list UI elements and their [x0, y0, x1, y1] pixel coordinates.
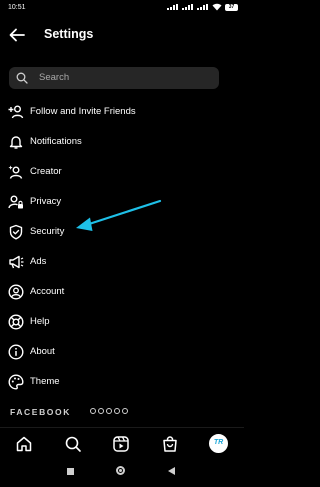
- menu-item-label: Account: [30, 286, 65, 297]
- menu-item-label: About: [30, 346, 55, 357]
- add-person-icon: [8, 105, 24, 119]
- messenger-icon: [90, 408, 96, 414]
- menu-item-account[interactable]: Account: [0, 278, 244, 306]
- menu-item-label: Notifications: [30, 136, 82, 147]
- whatsapp-icon: [114, 408, 120, 414]
- meta-icon: [98, 408, 104, 414]
- home-button[interactable]: [116, 466, 125, 475]
- info-icon: [8, 344, 24, 360]
- shop-icon[interactable]: [161, 435, 179, 453]
- menu-item-help[interactable]: Help: [0, 308, 244, 336]
- battery-icon: 37: [225, 3, 238, 11]
- menu-item-security[interactable]: Security: [0, 218, 244, 246]
- menu-item-label: Ads: [30, 256, 47, 267]
- account-circle-icon: [8, 284, 24, 300]
- shield-check-icon: [9, 224, 23, 240]
- menu-item-label: Creator: [30, 166, 62, 177]
- signal-icon: [182, 4, 194, 10]
- megaphone-icon: [9, 255, 24, 269]
- menu-item-creator[interactable]: Creator: [0, 158, 244, 186]
- bell-icon: [9, 136, 23, 149]
- signal-icon: [197, 4, 209, 10]
- menu-item-notifications[interactable]: Notifications: [0, 128, 244, 156]
- status-icons: 37: [167, 3, 238, 11]
- lifebuoy-icon: [8, 314, 24, 330]
- status-bar: 10:51 37: [0, 0, 244, 16]
- home-icon[interactable]: [15, 435, 33, 453]
- menu-item-label: Help: [30, 316, 50, 327]
- bottom-navigation: TR: [0, 427, 244, 460]
- menu-item-label: Security: [30, 226, 65, 237]
- profile-avatar[interactable]: TR: [209, 434, 228, 453]
- palette-icon: [8, 374, 24, 390]
- search-icon: [16, 72, 28, 84]
- back-arrow-icon[interactable]: [8, 26, 26, 44]
- menu-item-theme[interactable]: Theme: [0, 368, 244, 396]
- status-time: 10:51: [8, 4, 26, 11]
- recents-button[interactable]: [67, 468, 74, 475]
- page-title: Settings: [44, 27, 94, 41]
- instagram-icon: [106, 408, 112, 414]
- portal-icon: [122, 408, 128, 414]
- menu-item-label: Privacy: [30, 196, 62, 207]
- search-input[interactable]: Search: [9, 67, 219, 89]
- menu-item-ads[interactable]: Ads: [0, 248, 244, 276]
- menu-item-about[interactable]: About: [0, 338, 244, 366]
- reels-icon[interactable]: [112, 435, 130, 453]
- back-button[interactable]: [168, 467, 175, 475]
- header: Settings: [0, 20, 244, 50]
- system-navigation-bar: [0, 460, 244, 487]
- menu-item-follow-invite[interactable]: Follow and Invite Friends: [0, 98, 244, 126]
- signal-icon: [167, 4, 179, 10]
- facebook-brand-label: FACEBOOK: [10, 407, 71, 417]
- avatar-logo-text: TR: [213, 439, 224, 446]
- creator-icon: [8, 165, 23, 179]
- menu-item-label: Theme: [30, 376, 60, 387]
- menu-item-privacy[interactable]: Privacy: [0, 188, 244, 216]
- search-placeholder: Search: [39, 72, 70, 83]
- wifi-icon: [212, 3, 222, 11]
- brand-app-icons: [90, 408, 128, 414]
- menu-item-label: Follow and Invite Friends: [30, 106, 136, 117]
- lock-person-icon: [8, 195, 23, 209]
- search-icon[interactable]: [64, 435, 82, 453]
